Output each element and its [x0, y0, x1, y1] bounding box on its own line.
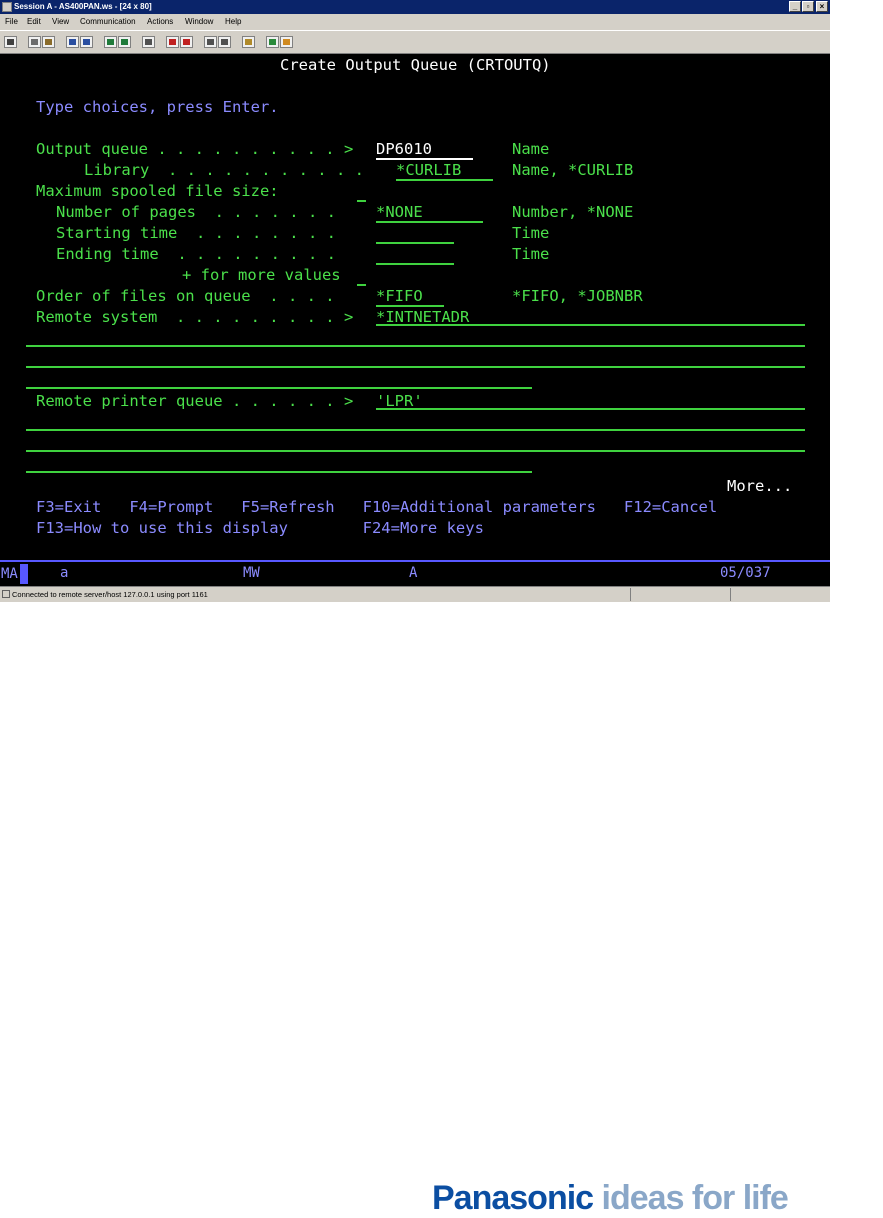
print-screen-icon[interactable] — [4, 36, 17, 48]
end-time-input[interactable] — [376, 263, 454, 265]
help-icon[interactable] — [280, 36, 293, 48]
start-time-hint: Time — [512, 224, 550, 242]
oia-insert-indicator: A — [409, 565, 418, 581]
remote-system-underline-2 — [26, 345, 805, 347]
remote-system-underline-4 — [26, 387, 532, 389]
end-time-label: Ending time . . . . . . . . . — [56, 245, 336, 263]
library-hint: Name, *CURLIB — [512, 161, 634, 179]
status-separator-2 — [730, 588, 731, 601]
remote-printer-queue-label: Remote printer queue . . . . . . > — [36, 392, 354, 410]
pages-input[interactable]: *NONE — [376, 202, 423, 223]
minimize-button[interactable]: _ — [789, 1, 801, 12]
send-file-icon[interactable] — [66, 36, 79, 48]
paste-icon[interactable] — [42, 36, 55, 48]
web-icon[interactable] — [266, 36, 279, 48]
copy-icon[interactable] — [28, 36, 41, 48]
menu-view[interactable]: View — [52, 14, 69, 30]
order-input[interactable]: *FIFO — [376, 286, 423, 307]
order-hint: *FIFO, *JOBNBR — [512, 287, 643, 305]
menu-file[interactable]: File — [5, 14, 18, 30]
remote-printer-queue-underline-3 — [26, 450, 805, 452]
keyboard-icon[interactable] — [118, 36, 131, 48]
app-icon — [2, 2, 12, 12]
start-time-label: Starting time . . . . . . . . — [56, 224, 336, 242]
oia-mw-indicator: MW — [243, 565, 260, 581]
receive-file-icon[interactable] — [80, 36, 93, 48]
operator-info-area: MA a MW A 05/037 — [0, 560, 830, 586]
ma-indicator: MA — [0, 564, 28, 584]
remote-printer-queue-underline-1 — [376, 408, 805, 410]
toolbar — [0, 30, 830, 54]
ma-highlight — [20, 564, 28, 584]
pages-underline — [376, 221, 483, 223]
output-queue-label: Output queue . . . . . . . . . . > — [36, 140, 354, 158]
max-size-input[interactable] — [357, 200, 366, 202]
menu-bar: File Edit View Communication Actions Win… — [0, 14, 830, 30]
panasonic-logo: Panasonic — [432, 1179, 594, 1217]
panasonic-branding: Panasonic ideas for life — [432, 1178, 789, 1218]
window-title: Session A - AS400PAN.ws - [24 x 80] — [14, 2, 152, 11]
menu-help[interactable]: Help — [225, 14, 241, 30]
status-separator-1 — [630, 588, 631, 601]
remote-system-underline-1 — [376, 324, 805, 326]
screen-heading: Create Output Queue (CRTOUTQ) — [280, 56, 551, 74]
output-queue-hint: Name — [512, 140, 550, 158]
status-bar: Connected to remote server/host 127.0.0.… — [0, 586, 830, 602]
remote-system-label: Remote system . . . . . . . . . > — [36, 308, 354, 326]
max-size-label: Maximum spooled file size: — [36, 182, 279, 200]
function-keys-line-2: F13=How to use this display F24=More key… — [36, 519, 484, 537]
ma-text: MA — [1, 566, 18, 582]
pages-hint: Number, *NONE — [512, 203, 634, 221]
menu-communication[interactable]: Communication — [80, 14, 136, 30]
end-time-hint: Time — [512, 245, 550, 263]
more-values-label: + for more values — [182, 266, 341, 284]
output-queue-input[interactable]: DP6010 — [376, 139, 432, 160]
macro-edit-icon[interactable] — [218, 36, 231, 48]
menu-window[interactable]: Window — [185, 14, 213, 30]
display-icon[interactable] — [104, 36, 117, 48]
more-indicator: More... — [727, 477, 793, 495]
cursor-position: 05/037 — [720, 565, 771, 581]
emulator-window: Session A - AS400PAN.ws - [24 x 80] _ ▫ … — [0, 0, 830, 602]
maximize-button[interactable]: ▫ — [802, 1, 814, 12]
oia-a-indicator: a — [60, 565, 69, 581]
remote-system-underline-3 — [26, 366, 805, 368]
close-button[interactable]: × — [816, 1, 828, 12]
terminal-screen[interactable]: Create Output Queue (CRTOUTQ) Type choic… — [0, 54, 830, 560]
start-time-input[interactable] — [376, 242, 454, 244]
library-input[interactable]: *CURLIB — [396, 160, 461, 181]
library-underline — [396, 179, 493, 181]
title-bar: Session A - AS400PAN.ws - [24 x 80] _ ▫ … — [0, 0, 830, 14]
function-keys-line-1: F3=Exit F4=Prompt F5=Refresh F10=Additio… — [36, 498, 718, 516]
menu-edit[interactable]: Edit — [27, 14, 41, 30]
pages-label: Number of pages . . . . . . . — [56, 203, 336, 221]
instruction-text: Type choices, press Enter. — [36, 98, 279, 116]
connection-icon — [2, 590, 10, 598]
clipboard-icon[interactable] — [242, 36, 255, 48]
color-map-icon[interactable] — [142, 36, 155, 48]
brand-tagline: ideas for life — [601, 1179, 789, 1217]
macro-record-icon[interactable] — [166, 36, 179, 48]
macro-stop-icon[interactable] — [180, 36, 193, 48]
more-values-input[interactable] — [357, 284, 366, 286]
remote-printer-queue-underline-4 — [26, 471, 532, 473]
library-label: Library . . . . . . . . . . . — [84, 161, 364, 179]
macro-play-icon[interactable] — [204, 36, 217, 48]
connection-status: Connected to remote server/host 127.0.0.… — [12, 590, 208, 599]
order-label: Order of files on queue . . . . — [36, 287, 335, 305]
menu-actions[interactable]: Actions — [147, 14, 173, 30]
remote-printer-queue-underline-2 — [26, 429, 805, 431]
